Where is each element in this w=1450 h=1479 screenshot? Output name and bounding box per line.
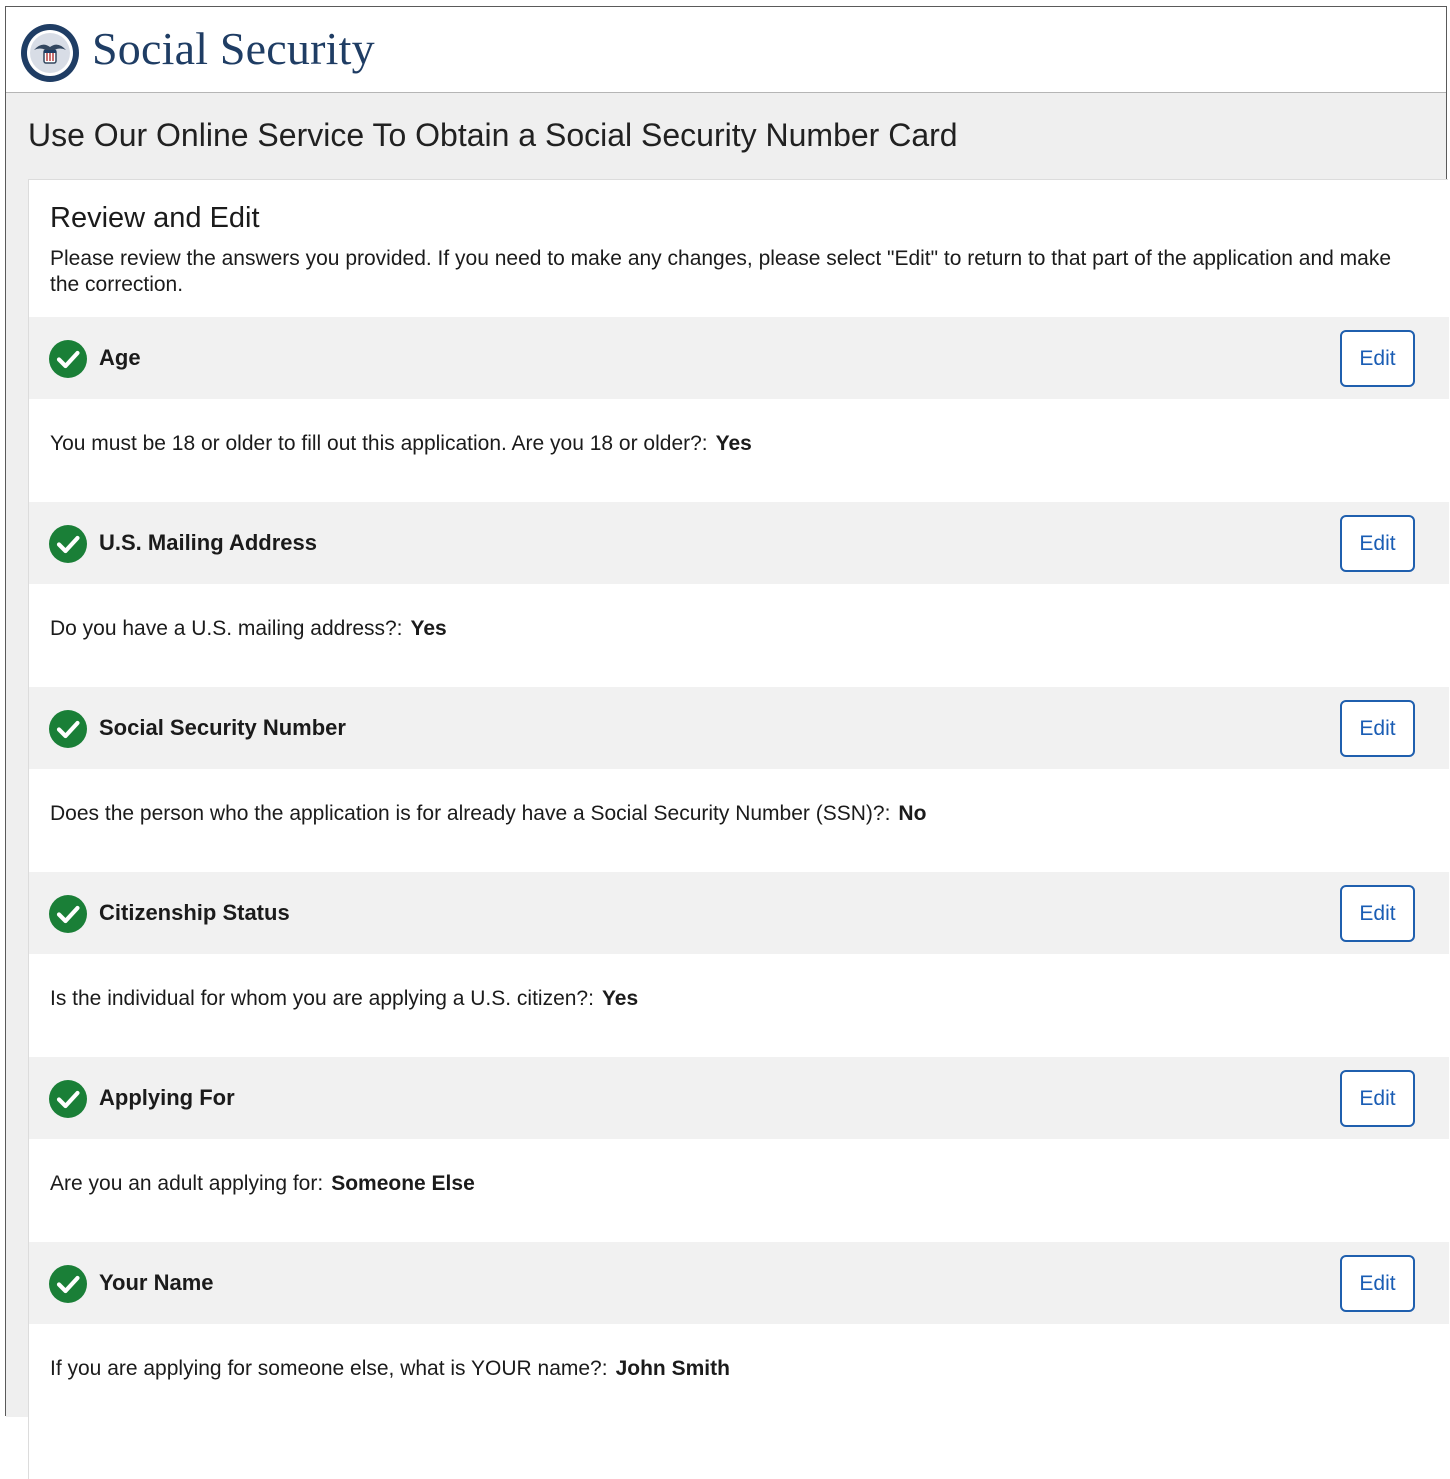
review-title: Review and Edit	[50, 202, 260, 234]
edit-your-name-button[interactable]: Edit	[1340, 1255, 1415, 1312]
section-body: Does the person who the application is f…	[29, 769, 1449, 872]
answer-text: John Smith	[615, 1357, 730, 1380]
edit-citizenship-button[interactable]: Edit	[1340, 885, 1415, 942]
site-header: Social Security	[6, 7, 1446, 93]
edit-age-button[interactable]: Edit	[1340, 330, 1415, 387]
check-circle-icon	[49, 340, 87, 378]
section-header: Age Edit	[29, 317, 1449, 399]
section-title: Age	[99, 345, 141, 370]
question-text: Are you an adult applying for:	[50, 1172, 324, 1195]
section-title: Social Security Number	[99, 715, 346, 740]
question-answer: If you are applying for someone else, wh…	[50, 1356, 730, 1382]
edit-ssn-button[interactable]: Edit	[1340, 700, 1415, 757]
check-circle-icon	[49, 1265, 87, 1303]
page-title-band: Use Our Online Service To Obtain a Socia…	[6, 93, 1449, 1479]
check-circle-icon	[49, 710, 87, 748]
question-text: If you are applying for someone else, wh…	[50, 1357, 608, 1380]
section-header: Citizenship Status Edit	[29, 872, 1449, 954]
section-header: Applying For Edit	[29, 1057, 1449, 1139]
review-section-ssn: Social Security Number Edit Does the per…	[29, 687, 1449, 872]
question-answer: Are you an adult applying for: Someone El…	[50, 1171, 475, 1197]
section-title: Your Name	[99, 1270, 214, 1295]
review-section-applying-for: Applying For Edit Are you an adult apply…	[29, 1057, 1449, 1242]
section-header: U.S. Mailing Address Edit	[29, 502, 1449, 584]
check-circle-icon	[49, 1080, 87, 1118]
section-header: Social Security Number Edit	[29, 687, 1449, 769]
check-circle-icon	[49, 895, 87, 933]
answer-text: Yes	[601, 987, 639, 1010]
section-body: You must be 18 or older to fill out this…	[29, 399, 1449, 502]
review-section-your-name: Your Name Edit If you are applying for s…	[29, 1242, 1449, 1427]
edit-applying-for-button[interactable]: Edit	[1340, 1070, 1415, 1127]
question-answer: Does the person who the application is f…	[50, 801, 926, 827]
question-text: You must be 18 or older to fill out this…	[50, 432, 708, 455]
answer-text: Someone Else	[331, 1172, 475, 1195]
page-title: Use Our Online Service To Obtain a Socia…	[28, 117, 958, 153]
answer-text: Yes	[715, 432, 752, 455]
answer-text: Yes	[410, 617, 447, 640]
edit-mailing-address-button[interactable]: Edit	[1340, 515, 1415, 572]
question-text: Is the individual for whom you are apply…	[50, 987, 594, 1010]
section-body: Is the individual for whom you are apply…	[29, 954, 1449, 1057]
review-section-age: Age Edit You must be 18 or older to fill…	[29, 317, 1449, 502]
section-title: Citizenship Status	[99, 900, 290, 925]
browser-page: Social Security Use Our Online Service T…	[5, 6, 1449, 1479]
ssa-seal-icon[interactable]	[20, 23, 80, 83]
review-card: Review and Edit Please review the answer…	[28, 179, 1449, 1479]
section-title: U.S. Mailing Address	[99, 530, 318, 555]
section-body: Do you have a U.S. mailing address?: Yes	[29, 584, 1449, 687]
question-text: Does the person who the application is f…	[50, 802, 891, 825]
question-text: Do you have a U.S. mailing address?:	[50, 617, 403, 640]
check-circle-icon	[49, 525, 87, 563]
section-header: Your Name Edit	[29, 1242, 1449, 1324]
section-body: If you are applying for someone else, wh…	[29, 1324, 1449, 1427]
answer-text: No	[898, 802, 927, 825]
section-title: Applying For	[99, 1085, 235, 1110]
site-brand[interactable]: Social Security	[92, 21, 375, 77]
review-section-mailing-address: U.S. Mailing Address Edit Do you have a …	[29, 502, 1449, 687]
question-answer: You must be 18 or older to fill out this…	[50, 431, 752, 457]
review-section-citizenship: Citizenship Status Edit Is the individua…	[29, 872, 1449, 1057]
review-intro: Please review the answers you provided. …	[50, 247, 1392, 296]
question-answer: Do you have a U.S. mailing address?: Yes	[50, 616, 447, 642]
section-body: Are you an adult applying for: Someone El…	[29, 1139, 1449, 1242]
question-answer: Is the individual for whom you are apply…	[50, 986, 638, 1012]
